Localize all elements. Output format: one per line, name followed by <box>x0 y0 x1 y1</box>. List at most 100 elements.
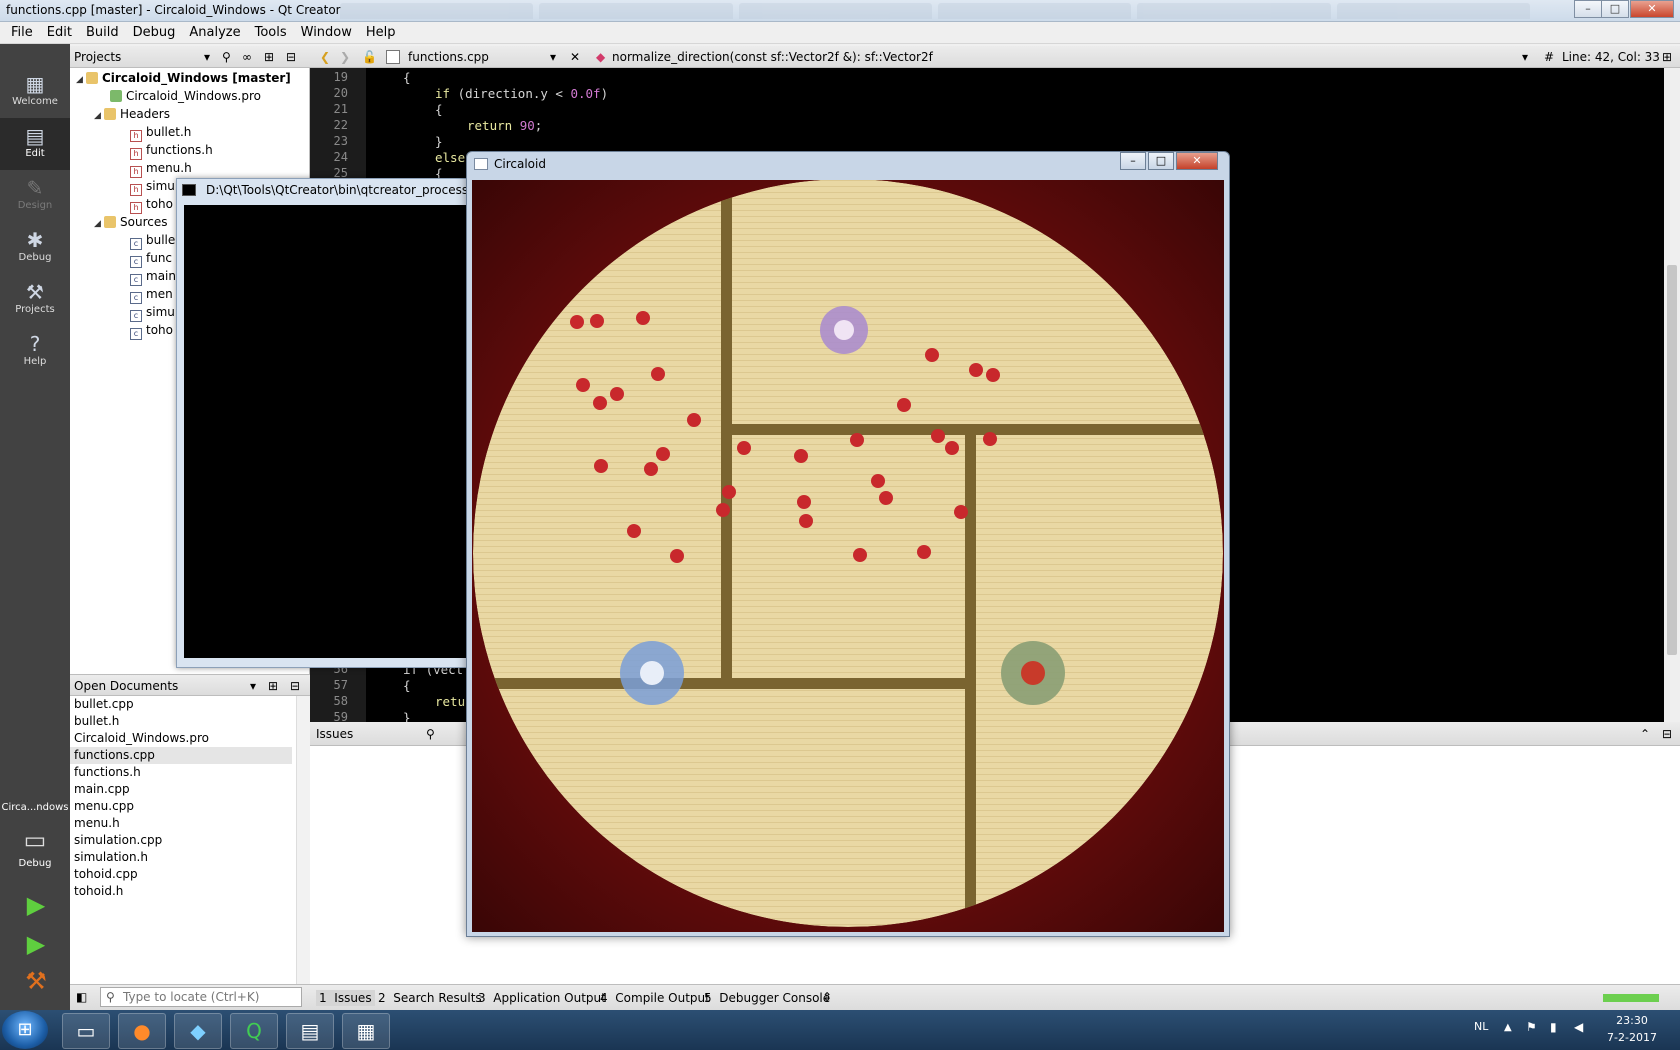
start-button[interactable]: ⊞ <box>2 1011 48 1049</box>
console-taskbar-icon[interactable]: ▦ <box>342 1013 390 1049</box>
monitor-icon[interactable]: ▭ <box>18 826 52 854</box>
split-icon[interactable]: ⊞ <box>1662 46 1672 68</box>
maximize-button[interactable]: □ <box>1601 0 1629 18</box>
output-tab-issues[interactable]: 1 Issues <box>316 990 375 1006</box>
toggle-sidebar-icon[interactable]: ◧ <box>76 990 87 1004</box>
open-doc-item[interactable]: simulation.h <box>74 849 148 866</box>
debug-run-icon[interactable]: ▶ <box>20 929 52 959</box>
open-doc-item[interactable]: simulation.cpp <box>74 832 162 849</box>
editor-scrollbar-thumb[interactable] <box>1667 265 1677 655</box>
locator-input[interactable]: Type to locate (Ctrl+K) <box>100 987 302 1007</box>
menu-edit[interactable]: Edit <box>40 22 79 44</box>
clock-date[interactable]: 7-2-2017 <box>1602 1031 1662 1044</box>
menu-debug[interactable]: Debug <box>126 22 183 44</box>
run-icon[interactable]: ▶ <box>20 890 52 920</box>
tree-folder-sources[interactable]: ◢ Sources <box>94 213 167 231</box>
menu-help[interactable]: Help <box>359 22 403 44</box>
forward-arrow-icon[interactable]: ❯ <box>340 46 350 68</box>
explorer-taskbar-icon[interactable]: ▭ <box>62 1013 110 1049</box>
game-close-button[interactable]: ✕ <box>1176 152 1218 170</box>
mode-welcome[interactable]: ▦ Welcome <box>0 66 70 118</box>
tabs-more-icon[interactable]: ⇕ <box>822 990 832 1004</box>
close-panel-icon[interactable]: ⊟ <box>286 46 296 68</box>
output-tab-compile-output[interactable]: 4 Compile Output <box>600 990 710 1006</box>
open-doc-item[interactable]: main.cpp <box>74 781 130 798</box>
volume-icon[interactable]: ◀ <box>1574 1020 1583 1034</box>
expand-arrow-icon[interactable]: ◢ <box>94 215 104 233</box>
game-minimize-button[interactable]: – <box>1120 152 1146 170</box>
qtcreator-taskbar-icon[interactable]: Q <box>230 1013 278 1049</box>
close-button[interactable]: ✕ <box>1630 0 1674 18</box>
cursor-position[interactable]: Line: 42, Col: 33 <box>1562 46 1660 68</box>
symbol-selector[interactable]: normalize_direction(const sf::Vector2f &… <box>612 46 933 68</box>
output-tab-search-results[interactable]: 2 Search Results <box>378 990 482 1006</box>
expand-arrow-icon[interactable]: ◢ <box>76 71 86 89</box>
game-canvas[interactable] <box>472 180 1224 932</box>
mode-design[interactable]: ✎ Design <box>0 170 70 222</box>
editor-file-name[interactable]: functions.cpp <box>408 46 489 68</box>
maximize-pane-icon[interactable]: ⌃ <box>1640 722 1650 746</box>
filter-icon[interactable]: ⚲ <box>426 722 435 746</box>
close-panel-icon[interactable]: ⊟ <box>290 675 300 697</box>
close-file-icon[interactable]: ✕ <box>570 46 580 68</box>
mode-projects[interactable]: ⚒ Projects <box>0 274 70 326</box>
app-taskbar-icon[interactable]: ◆ <box>174 1013 222 1049</box>
tree-item-pro[interactable]: Circaloid_Windows.pro <box>110 87 261 105</box>
tree-item-header[interactable]: h menu.h <box>130 159 192 178</box>
menu-analyze[interactable]: Analyze <box>182 22 247 44</box>
back-arrow-icon[interactable]: ❮ <box>320 46 330 68</box>
game-arena[interactable] <box>472 180 1224 932</box>
open-doc-item[interactable]: tohoid.h <box>74 883 123 900</box>
filter-icon[interactable]: ⚲ <box>222 46 231 68</box>
open-doc-item[interactable]: menu.cpp <box>74 798 134 815</box>
language-indicator[interactable]: NL <box>1474 1020 1488 1033</box>
close-panel-icon[interactable]: ⊟ <box>1662 722 1672 746</box>
link-icon[interactable]: ∞ <box>242 46 252 68</box>
tree-item-source[interactable]: c simu <box>130 303 175 322</box>
tree-item-header[interactable]: h bullet.h <box>130 123 191 142</box>
clock-time[interactable]: 23:30 <box>1602 1014 1662 1027</box>
tree-item-source[interactable]: c main <box>130 267 176 286</box>
open-doc-item[interactable]: Circaloid_Windows.pro <box>74 730 209 747</box>
output-tab-application-output[interactable]: 3 Application Output <box>478 990 606 1006</box>
tree-item-header[interactable]: h simu <box>130 177 175 196</box>
tree-item-source[interactable]: c toho <box>130 321 173 340</box>
chevron-down-icon[interactable]: ▾ <box>550 46 556 68</box>
mode-debug[interactable]: ✱ Debug <box>0 222 70 274</box>
open-doc-item-selected[interactable]: functions.cpp <box>70 747 292 764</box>
menu-tools[interactable]: Tools <box>248 22 294 44</box>
chevron-down-icon[interactable]: ▾ <box>250 675 256 697</box>
kit-selector-label[interactable]: Circa...ndows <box>0 802 70 813</box>
window-taskbar-icon[interactable]: ▤ <box>286 1013 334 1049</box>
tree-item-source[interactable]: c func <box>130 249 172 268</box>
build-hammer-icon[interactable]: ⚒ <box>20 966 52 996</box>
menu-file[interactable]: File <box>4 22 40 44</box>
output-tab-debugger-console[interactable]: 5 Debugger Console <box>704 990 830 1006</box>
open-doc-item[interactable]: functions.h <box>74 764 141 781</box>
open-doc-item[interactable]: tohoid.cpp <box>74 866 138 883</box>
split-icon[interactable]: ⊞ <box>264 46 274 68</box>
chevron-down-icon[interactable]: ▾ <box>204 46 210 68</box>
firefox-taskbar-icon[interactable]: ● <box>118 1013 166 1049</box>
menu-build[interactable]: Build <box>79 22 126 44</box>
game-maximize-button[interactable]: □ <box>1148 152 1174 170</box>
tree-item-source[interactable]: c bulle <box>130 231 175 250</box>
mode-edit[interactable]: ▤ Edit <box>0 118 70 170</box>
network-icon[interactable]: ▮ <box>1550 1020 1557 1034</box>
open-docs-scrollbar[interactable] <box>296 696 310 984</box>
tree-item-source[interactable]: c men <box>130 285 173 304</box>
tree-item-header[interactable]: h toho <box>130 195 173 214</box>
split-icon[interactable]: ⊞ <box>268 675 278 697</box>
menu-window[interactable]: Window <box>294 22 359 44</box>
mode-help[interactable]: ? Help <box>0 326 70 378</box>
tray-arrow-icon[interactable]: ▲ <box>1504 1022 1512 1033</box>
open-doc-item[interactable]: bullet.h <box>74 713 119 730</box>
tree-item-header[interactable]: h functions.h <box>130 141 213 160</box>
open-doc-item[interactable]: bullet.cpp <box>74 696 134 713</box>
console-output[interactable] <box>184 205 476 658</box>
tree-folder-headers[interactable]: ◢ Headers <box>94 105 170 123</box>
open-doc-item[interactable]: menu.h <box>74 815 120 832</box>
expand-arrow-icon[interactable]: ◢ <box>94 107 104 125</box>
chevron-down-icon[interactable]: ▾ <box>1522 46 1528 68</box>
minimize-button[interactable]: – <box>1574 0 1602 18</box>
